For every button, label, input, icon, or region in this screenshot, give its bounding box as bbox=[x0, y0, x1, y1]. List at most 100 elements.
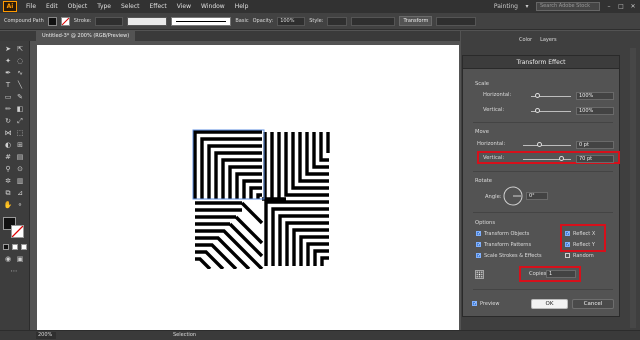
divider bbox=[473, 212, 613, 213]
opacity-field[interactable]: 100% bbox=[277, 16, 306, 26]
divider bbox=[473, 289, 613, 290]
scale-vertical-slider[interactable] bbox=[535, 108, 540, 113]
selection-tool-icon[interactable]: ➤ bbox=[4, 45, 12, 53]
stroke-weight-field[interactable] bbox=[95, 16, 124, 26]
symbol-sprayer-icon[interactable]: ✲ bbox=[4, 177, 12, 185]
zoom-tool-icon[interactable]: ⚬ bbox=[16, 201, 24, 209]
move-vertical-field[interactable]: 70 pt bbox=[576, 155, 614, 163]
scale-horizontal-field[interactable]: 100% bbox=[576, 92, 614, 100]
menu-file[interactable]: File bbox=[21, 3, 41, 10]
preview-label: Preview bbox=[480, 301, 500, 307]
transform-patterns-checkbox[interactable]: ✓ bbox=[476, 242, 481, 248]
document-tab[interactable]: Untitled-3* @ 200% (RGB/Preview) bbox=[36, 31, 136, 41]
menubar-right: Painting ▾ Search Adobe Stock – □ ✕ bbox=[494, 2, 640, 11]
stroke-color-icon[interactable] bbox=[11, 225, 24, 238]
default-colors-icon[interactable] bbox=[3, 244, 9, 250]
menu-view[interactable]: View bbox=[172, 3, 196, 10]
scale-strokes-checkbox[interactable]: ✓ bbox=[476, 253, 481, 259]
ok-button[interactable]: OK bbox=[531, 299, 568, 309]
close-icon[interactable]: ✕ bbox=[630, 3, 636, 10]
magic-wand-icon[interactable]: ✦ bbox=[4, 57, 12, 65]
curvature-icon[interactable]: ∿ bbox=[16, 69, 24, 77]
move-vertical-slider[interactable] bbox=[559, 156, 564, 161]
scale-vertical-field[interactable]: 100% bbox=[576, 107, 614, 115]
mesh-tool-icon[interactable]: # bbox=[4, 153, 12, 161]
reference-point-icon[interactable] bbox=[475, 270, 484, 279]
reflect-x-label: Reflect X bbox=[573, 231, 596, 237]
move-horizontal-field[interactable]: 0 pt bbox=[576, 141, 614, 149]
maximize-icon[interactable]: □ bbox=[618, 3, 624, 10]
artwork-pattern[interactable] bbox=[192, 129, 332, 269]
paintbrush-icon[interactable]: ✎ bbox=[16, 93, 24, 101]
transform-objects-checkbox[interactable]: ✓ bbox=[476, 231, 481, 237]
draw-mode-icon[interactable]: ◉ bbox=[4, 255, 12, 263]
graph-tool-icon[interactable]: ▥ bbox=[16, 177, 24, 185]
direct-selection-tool-icon[interactable]: ⇱ bbox=[16, 45, 24, 53]
scale-tool-icon[interactable]: ⤢ bbox=[16, 117, 24, 125]
divider bbox=[473, 122, 613, 123]
menu-object[interactable]: Object bbox=[63, 3, 93, 10]
screen-mode-icon[interactable]: ▣ bbox=[16, 255, 24, 263]
transform-button[interactable]: Transform bbox=[399, 16, 433, 26]
random-checkbox[interactable] bbox=[565, 253, 570, 258]
rectangle-tool-icon[interactable]: ▭ bbox=[4, 93, 12, 101]
hand-tool-icon[interactable]: ✋ bbox=[4, 201, 13, 209]
workspace-switcher[interactable]: Painting bbox=[494, 3, 518, 10]
brush-definition[interactable] bbox=[171, 16, 232, 26]
menu-effect[interactable]: Effect bbox=[145, 3, 172, 10]
graphic-style-dropdown[interactable] bbox=[327, 16, 348, 26]
gradient-tool-icon[interactable]: ▤ bbox=[16, 153, 24, 161]
menu-help[interactable]: Help bbox=[230, 3, 254, 10]
menu-edit[interactable]: Edit bbox=[41, 3, 63, 10]
arrange-controls[interactable] bbox=[436, 16, 477, 26]
rotate-angle-field[interactable]: 0° bbox=[526, 192, 548, 200]
reflect-y-checkbox[interactable]: ✓ bbox=[565, 242, 570, 248]
tab-layers[interactable]: Layers bbox=[540, 37, 557, 47]
none-color-icon[interactable] bbox=[21, 244, 27, 250]
menu-select[interactable]: Select bbox=[116, 3, 145, 10]
style-label: Style: bbox=[309, 18, 324, 24]
menu-window[interactable]: Window bbox=[196, 3, 230, 10]
eraser-icon[interactable]: ◧ bbox=[16, 105, 24, 113]
angle-dial-icon[interactable] bbox=[503, 186, 523, 206]
move-horizontal-slider[interactable] bbox=[537, 142, 542, 147]
scale-horizontal-label: Horizontal: bbox=[483, 92, 512, 98]
pen-tool-icon[interactable]: ✒ bbox=[4, 69, 12, 77]
preview-checkbox[interactable]: ✓ bbox=[472, 301, 477, 307]
minimize-icon[interactable]: – bbox=[606, 3, 612, 10]
move-horizontal-track bbox=[523, 145, 571, 146]
stock-search-input[interactable]: Search Adobe Stock bbox=[536, 2, 600, 11]
status-mode-label: Selection bbox=[173, 332, 197, 338]
reflect-x-checkbox[interactable]: ✓ bbox=[565, 231, 570, 237]
status-bar: 200% Selection bbox=[0, 330, 640, 340]
stroke-swatch[interactable] bbox=[60, 16, 70, 26]
width-tool-icon[interactable]: ⋈ bbox=[4, 129, 12, 137]
fill-swatch[interactable] bbox=[47, 16, 57, 26]
shape-builder-icon[interactable]: ◐ bbox=[4, 141, 12, 149]
lasso-icon[interactable]: ◌ bbox=[16, 57, 24, 65]
zoom-level-field[interactable]: 200% bbox=[36, 332, 56, 339]
edit-toolbar-icon[interactable]: ⋯ bbox=[10, 267, 18, 275]
slice-tool-icon[interactable]: ⊿ bbox=[16, 189, 24, 197]
artboard-tool-icon[interactable]: ⧉ bbox=[4, 189, 12, 197]
type-tool-icon[interactable]: T bbox=[4, 81, 12, 89]
rotate-tool-icon[interactable]: ↻ bbox=[4, 117, 12, 125]
panel-scrollbar[interactable] bbox=[630, 48, 636, 328]
line-tool-icon[interactable]: ╲ bbox=[16, 81, 24, 89]
align-controls[interactable] bbox=[351, 16, 396, 26]
tab-color[interactable]: Color bbox=[519, 37, 532, 47]
eyedropper-icon[interactable]: ⚲ bbox=[4, 165, 12, 173]
cancel-button[interactable]: Cancel bbox=[572, 299, 614, 309]
free-transform-icon[interactable]: ⬚ bbox=[16, 129, 24, 137]
pencil-icon[interactable]: ✏ bbox=[4, 105, 12, 113]
variable-width-profile[interactable] bbox=[127, 16, 168, 26]
scale-strokes-label: Scale Strokes & Effects bbox=[484, 253, 542, 259]
blend-tool-icon[interactable]: ⊙ bbox=[16, 165, 24, 173]
none-slash-icon bbox=[12, 226, 23, 237]
menu-type[interactable]: Type bbox=[92, 3, 116, 10]
perspective-grid-icon[interactable]: ⊞ bbox=[16, 141, 24, 149]
copies-field[interactable]: 1 bbox=[546, 270, 576, 278]
chevron-down-icon[interactable]: ▾ bbox=[524, 3, 530, 10]
scale-horizontal-slider[interactable] bbox=[535, 93, 540, 98]
swap-colors-icon[interactable] bbox=[12, 244, 18, 250]
